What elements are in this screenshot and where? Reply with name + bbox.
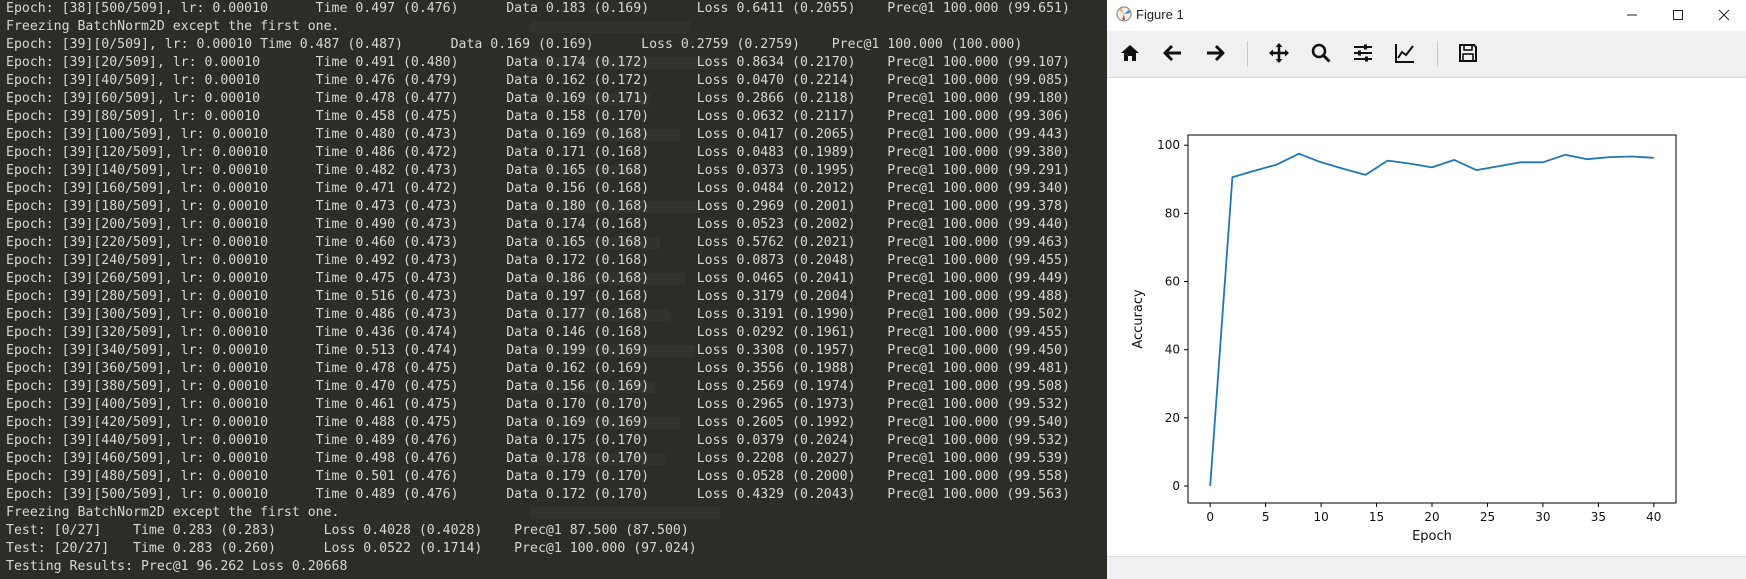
terminal-line: Epoch: [39][100/509], lr: 0.00010 Time 0… [6,127,1070,142]
terminal-line: Epoch: [39][20/509], lr: 0.00010 Time 0.… [6,55,1070,70]
y-tick-label: 100 [1157,138,1180,152]
terminal-line: Epoch: [39][380/509], lr: 0.00010 Time 0… [6,379,1070,394]
terminal-line: Epoch: [39][220/509], lr: 0.00010 Time 0… [6,235,1070,250]
pan-icon [1269,43,1289,63]
x-tick-label: 20 [1424,510,1439,524]
terminal-line: Epoch: [39][40/509], lr: 0.00010 Time 0.… [6,73,1070,88]
forward-button[interactable] [1200,38,1230,68]
x-tick-label: 15 [1369,510,1384,524]
home-button[interactable] [1115,38,1145,68]
plot-canvas[interactable]: 0 5 10 15 20 25 30 35 40 0 20 40 60 80 100 Epoch Accurac… [1107,78,1746,554]
save-icon [1459,44,1477,62]
terminal-line: Epoch: [39][460/509], lr: 0.00010 Time 0… [6,451,1070,466]
terminal-line: Epoch: [39][240/509], lr: 0.00010 Time 0… [6,253,1070,268]
terminal-line: Epoch: [39][340/509], lr: 0.00010 Time 0… [6,343,1070,358]
accuracy-line-chart: 0 5 10 15 20 25 30 35 40 0 20 40 60 80 100 Epoch Accurac… [1131,134,1677,544]
terminal-line: Epoch: [39][300/509], lr: 0.00010 Time 0… [6,307,1070,322]
x-tick-label: 35 [1591,510,1606,524]
terminal-line: Epoch: [39][80/509], lr: 0.00010 Time 0.… [6,109,1070,124]
terminal-line: Epoch: [38][500/509], lr: 0.00010 Time 0… [6,1,1070,16]
forward-icon [1207,44,1225,62]
terminal-window[interactable]: Epoch: [38][500/509], lr: 0.00010 Time 0… [0,0,1107,579]
toolbar-separator [1247,41,1248,67]
x-tick-label: 0 [1206,510,1214,524]
terminal-line: Test: [0/27] Time 0.283 (0.283) Loss 0.4… [6,523,689,538]
configure-subplots-icon [1354,44,1372,62]
y-axis-label: Accuracy [1131,289,1146,349]
terminal-line: Epoch: [39][280/509], lr: 0.00010 Time 0… [6,289,1070,304]
x-axis-label: Epoch [1412,529,1452,544]
back-button[interactable] [1158,38,1188,68]
terminal-line: Epoch: [39][200/509], lr: 0.00010 Time 0… [6,217,1070,232]
terminal-line: Epoch: [39][500/509], lr: 0.00010 Time 0… [6,487,1070,502]
maximize-icon [1673,10,1683,20]
toolbar-separator [1437,41,1438,67]
y-tick-label: 40 [1165,343,1180,357]
terminal-line: Test: [20/27] Time 0.283 (0.260) Loss 0.… [6,541,697,556]
minimize-icon [1627,14,1637,16]
minimize-button[interactable] [1609,0,1655,30]
x-tick-label: 25 [1480,510,1495,524]
x-tick-label: 30 [1535,510,1550,524]
accuracy-series-line [1209,152,1654,487]
axes-frame [1187,134,1677,504]
terminal-line: Epoch: [39][320/509], lr: 0.00010 Time 0… [6,325,1070,340]
terminal-line: Epoch: [39][0/509], lr: 0.00010 Time 0.4… [6,37,1023,52]
terminal-line: Epoch: [39][140/509], lr: 0.00010 Time 0… [6,163,1070,178]
terminal-line: Freezing BatchNorm2D except the first on… [6,19,340,34]
matplotlib-figure-window[interactable]: Figure 1 0 5 10 15 20 25 30 35 40 0 20 4… [1107,0,1746,579]
terminal-line: Epoch: [39][480/509], lr: 0.00010 Time 0… [6,469,1070,484]
zoom-icon [1311,43,1331,63]
terminal-line: Epoch: [39][400/509], lr: 0.00010 Time 0… [6,397,1070,412]
y-tick-label: 20 [1165,411,1180,425]
status-bar [1107,556,1746,579]
x-tick-label: 10 [1313,510,1328,524]
maximize-button[interactable] [1655,0,1701,30]
title-bar[interactable]: Figure 1 [1107,0,1746,30]
terminal-line: Freezing BatchNorm2D except the first on… [6,505,340,520]
zoom-button[interactable] [1306,38,1336,68]
terminal-output: Epoch: [38][500/509], lr: 0.00010 Time 0… [6,0,1101,576]
configure-subplots-button[interactable] [1348,38,1378,68]
terminal-line: Epoch: [39][120/509], lr: 0.00010 Time 0… [6,145,1070,160]
close-button[interactable] [1701,0,1746,30]
terminal-line: Testing Results: Prec@1 96.262 Loss 0.20… [6,559,348,574]
y-tick-label: 60 [1165,275,1180,289]
y-tick-label: 80 [1165,206,1180,220]
terminal-line: Epoch: [39][160/509], lr: 0.00010 Time 0… [6,181,1070,196]
home-icon [1121,45,1139,61]
edit-axis-button[interactable] [1390,38,1420,68]
x-tick-label: 40 [1646,510,1661,524]
save-button[interactable] [1453,38,1483,68]
terminal-line: Epoch: [39][180/509], lr: 0.00010 Time 0… [6,199,1070,214]
matplotlib-app-icon [1116,6,1132,22]
navigation-toolbar [1107,31,1746,78]
terminal-line: Epoch: [39][60/509], lr: 0.00010 Time 0.… [6,91,1070,106]
terminal-line: Epoch: [39][360/509], lr: 0.00010 Time 0… [6,361,1070,376]
terminal-line: Epoch: [39][420/509], lr: 0.00010 Time 0… [6,415,1070,430]
pan-button[interactable] [1264,38,1294,68]
x-tick-label: 5 [1262,510,1270,524]
window-title: Figure 1 [1136,7,1184,22]
terminal-line: Epoch: [39][260/509], lr: 0.00010 Time 0… [6,271,1070,286]
y-tick-label: 0 [1172,479,1180,493]
back-icon [1163,44,1181,62]
terminal-line: Epoch: [39][440/509], lr: 0.00010 Time 0… [6,433,1070,448]
edit-axis-icon [1395,44,1414,63]
close-icon [1718,9,1730,21]
